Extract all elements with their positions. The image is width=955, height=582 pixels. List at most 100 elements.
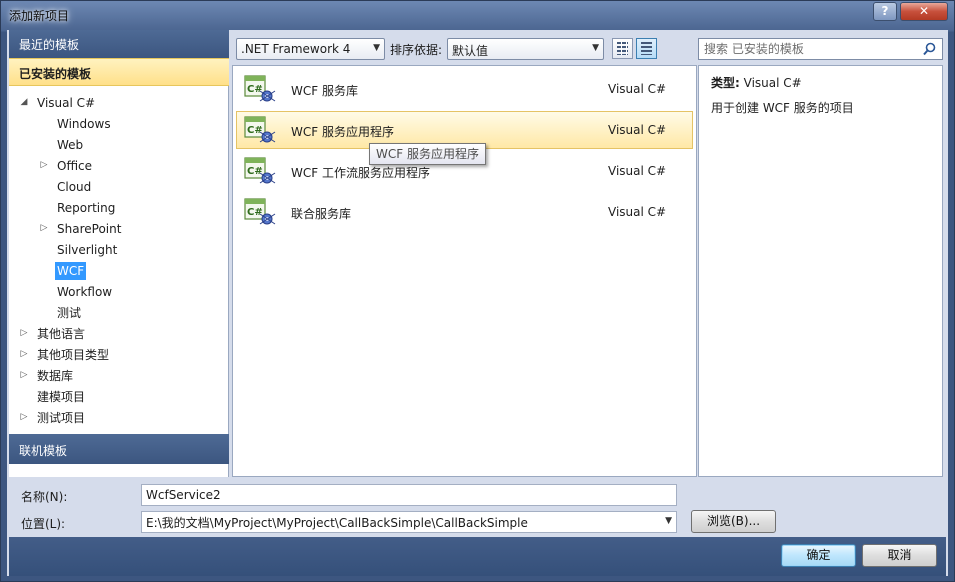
dialog-footer: 确定 取消 <box>9 537 946 576</box>
tree-expand-icon[interactable]: ▷ <box>39 218 49 239</box>
template-row[interactable]: C# 联合服务库 Visual C# <box>236 193 693 231</box>
small-icons-view-button[interactable] <box>612 38 633 59</box>
tree-item[interactable]: ▷ 测试项目 <box>9 407 229 428</box>
tree-expand-icon[interactable]: ▷ <box>39 155 49 176</box>
tree-collapse-icon[interactable]: ◢ <box>19 92 29 113</box>
template-tooltip: WCF 服务应用程序 <box>369 143 486 165</box>
template-language: Visual C# <box>608 164 667 178</box>
sort-label: 排序依据: <box>390 43 443 57</box>
framework-value: .NET Framework 4 <box>241 42 351 56</box>
installed-templates-header[interactable]: 已安装的模板 <box>9 58 229 86</box>
help-button[interactable]: ? <box>873 2 897 21</box>
tree-item[interactable]: ▷ 其他项目类型 <box>9 344 229 365</box>
tree-item-label: 其他项目类型 <box>37 348 110 362</box>
add-new-project-dialog: 添加新项目 ? ✕ 最近的模板 已安装的模板 ◢ Visual C# Windows… <box>0 0 955 582</box>
location-input[interactable] <box>146 514 646 530</box>
csharp-wcf-template-icon: C# <box>244 198 276 228</box>
template-category-panel: 最近的模板 已安装的模板 ◢ Visual C# Windows Web ▷ Office… <box>9 30 229 477</box>
search-box[interactable] <box>698 38 943 60</box>
name-field[interactable] <box>141 484 677 506</box>
tree-item-label: Workflow <box>57 285 113 299</box>
svg-text:C#: C# <box>247 207 263 218</box>
list-view-icon <box>641 42 652 55</box>
template-language: Visual C# <box>608 82 667 96</box>
tree-item[interactable]: Cloud <box>9 176 229 197</box>
tree-item-label: 建模项目 <box>37 390 86 404</box>
chevron-down-icon: ▼ <box>592 43 599 53</box>
location-field[interactable]: ▼ <box>141 511 677 533</box>
type-value: Visual C# <box>743 76 802 90</box>
tree-item[interactable]: WCF <box>9 260 229 281</box>
ok-button[interactable]: 确定 <box>781 544 856 567</box>
tree-item-label: Cloud <box>57 180 92 194</box>
search-icon[interactable] <box>923 42 936 56</box>
template-name: WCF 服务应用程序 <box>291 125 394 139</box>
tree-item[interactable]: Windows <box>9 113 229 134</box>
csharp-wcf-template-icon: C# <box>244 157 276 187</box>
tree-item-label: 数据库 <box>37 369 74 383</box>
template-name: 联合服务库 <box>291 207 352 221</box>
tree-item-label: WCF <box>55 262 87 280</box>
name-input[interactable] <box>146 487 646 503</box>
chevron-down-icon[interactable]: ▼ <box>665 516 672 526</box>
tree-item[interactable]: ▷ 数据库 <box>9 365 229 386</box>
online-templates-header[interactable]: 联机模板 <box>9 434 229 464</box>
svg-text:C#: C# <box>247 84 263 95</box>
tree-item[interactable]: Workflow <box>9 281 229 302</box>
tree-item-label: 测试 <box>57 306 82 320</box>
tree-item-label: Windows <box>57 117 111 131</box>
close-button[interactable]: ✕ <box>900 2 948 21</box>
tree-expand-icon[interactable]: ▷ <box>19 323 29 344</box>
tree-item[interactable]: 建模项目 <box>9 386 229 407</box>
browse-button[interactable]: 浏览(B)... <box>691 510 776 533</box>
grid-view-icon <box>617 42 628 55</box>
tree-expand-icon[interactable]: ▷ <box>19 365 29 386</box>
tree-item-label: 其他语言 <box>37 327 86 341</box>
tree-expand-icon[interactable]: ▷ <box>19 407 29 428</box>
tree-item-label: Web <box>57 138 84 152</box>
recent-templates-header[interactable]: 最近的模板 <box>9 30 229 58</box>
location-label: 位置(L): <box>21 517 66 531</box>
template-language: Visual C# <box>608 123 667 137</box>
tree-item-label: Reporting <box>57 201 116 215</box>
tree-item-label: SharePoint <box>57 222 122 236</box>
search-input[interactable] <box>704 41 914 57</box>
sort-select[interactable]: 默认值 ▼ <box>447 38 604 60</box>
tree-item[interactable]: ▷ SharePoint <box>9 218 229 239</box>
name-label: 名称(N): <box>21 490 68 504</box>
svg-text:C#: C# <box>247 125 263 136</box>
category-tree: ◢ Visual C# Windows Web ▷ Office Cloud Reportin… <box>9 92 229 428</box>
tree-item-label: Office <box>57 159 93 173</box>
template-description: 用于创建 WCF 服务的项目 <box>711 101 854 115</box>
tree-item[interactable]: 测试 <box>9 302 229 323</box>
type-label: 类型: <box>711 76 740 90</box>
template-details-panel: 类型: Visual C# 用于创建 WCF 服务的项目 <box>698 65 943 477</box>
tree-item[interactable]: Silverlight <box>9 239 229 260</box>
tree-item-label: 测试项目 <box>37 411 86 425</box>
tree-expand-icon[interactable]: ▷ <box>19 344 29 365</box>
dialog-client-area: 最近的模板 已安装的模板 ◢ Visual C# Windows Web ▷ Office… <box>7 30 948 576</box>
template-list: C# WCF 服务库 Visual C# C# WCF 服务应用程序 Visual C# C… <box>232 65 697 477</box>
sort-value: 默认值 <box>452 44 489 58</box>
template-name: WCF 工作流服务应用程序 <box>291 166 430 180</box>
cancel-button[interactable]: 取消 <box>862 544 937 567</box>
svg-text:C#: C# <box>247 166 263 177</box>
window-title: 添加新项目 <box>9 9 70 23</box>
template-name: WCF 服务库 <box>291 84 358 98</box>
template-type: 类型: Visual C# <box>711 74 802 91</box>
tree-item[interactable]: Web <box>9 134 229 155</box>
template-row[interactable]: C# WCF 服务库 Visual C# <box>236 70 693 108</box>
tree-item-label: Silverlight <box>57 243 118 257</box>
tree-item[interactable]: ▷ 其他语言 <box>9 323 229 344</box>
list-view-button[interactable] <box>636 38 657 59</box>
title-bar[interactable]: 添加新项目 ? ✕ <box>1 1 954 29</box>
template-language: Visual C# <box>608 205 667 219</box>
csharp-wcf-template-icon: C# <box>244 75 276 105</box>
framework-select[interactable]: .NET Framework 4 ▼ <box>236 38 385 60</box>
csharp-wcf-template-icon: C# <box>244 116 276 146</box>
chevron-down-icon: ▼ <box>373 43 380 53</box>
tree-item-label: Visual C# <box>37 96 96 110</box>
tree-item[interactable]: Reporting <box>9 197 229 218</box>
tree-item[interactable]: ▷ Office <box>9 155 229 176</box>
tree-item[interactable]: ◢ Visual C# <box>9 92 229 113</box>
